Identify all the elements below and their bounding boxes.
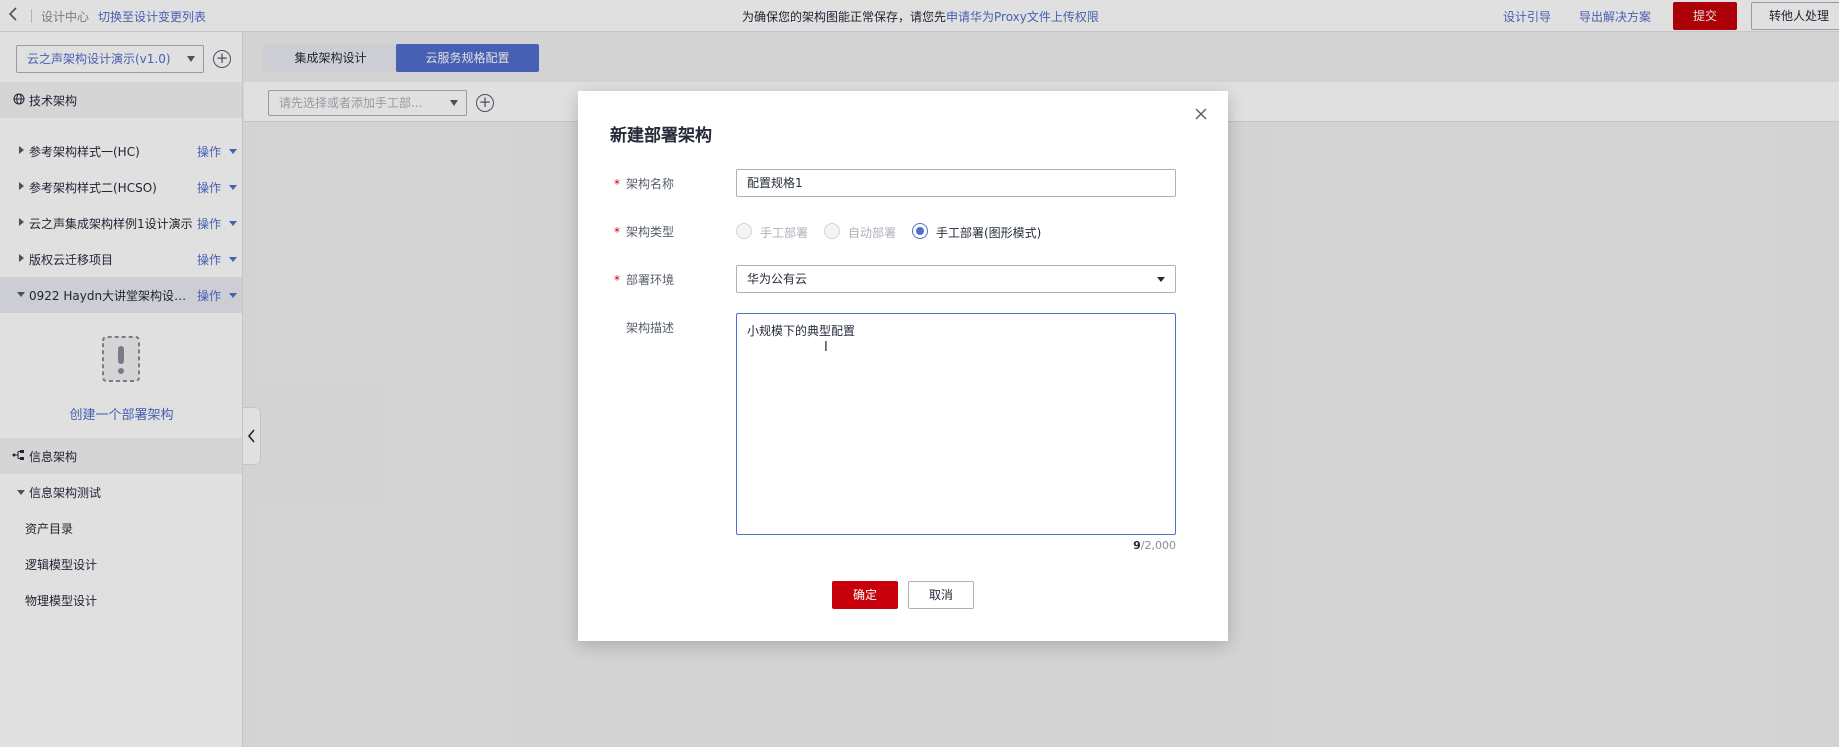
radio-label: 手工部署: [760, 226, 809, 240]
radio-circle: [912, 223, 928, 239]
required-marker: *: [614, 177, 620, 191]
caret-down-icon: [1157, 277, 1165, 282]
close-icon[interactable]: [1193, 107, 1209, 123]
char-count-current: 9: [1133, 539, 1141, 552]
new-deploy-arch-dialog: 新建部署架构 * 架构名称 配置规格1 * 架构类型 手工部署 自动部署 手工部…: [578, 91, 1228, 641]
arch-desc-textarea[interactable]: 小规模下的典型配置: [736, 313, 1176, 535]
deploy-env-select[interactable]: 华为公有云: [736, 265, 1176, 293]
required-marker: *: [614, 273, 620, 287]
char-counter: 9/2,000: [1058, 539, 1176, 552]
desc-label: 架构描述: [626, 321, 675, 335]
char-count-max: /2,000: [1140, 539, 1176, 552]
radio-circle: [824, 223, 840, 239]
radio-label: 手工部署(图形模式): [936, 226, 1042, 240]
text-cursor-icon: Ι: [824, 340, 828, 355]
env-label: 部署环境: [626, 273, 675, 287]
deploy-env-value: 华为公有云: [747, 272, 808, 286]
arch-name-input[interactable]: 配置规格1: [736, 169, 1176, 197]
cancel-button[interactable]: 取消: [908, 581, 974, 609]
type-label: 架构类型: [626, 225, 675, 239]
name-label: 架构名称: [626, 177, 675, 191]
radio-label: 自动部署: [848, 226, 897, 240]
required-marker: *: [614, 225, 620, 239]
dialog-title: 新建部署架构: [610, 126, 712, 146]
radio-circle: [736, 223, 752, 239]
confirm-button[interactable]: 确定: [832, 581, 898, 609]
